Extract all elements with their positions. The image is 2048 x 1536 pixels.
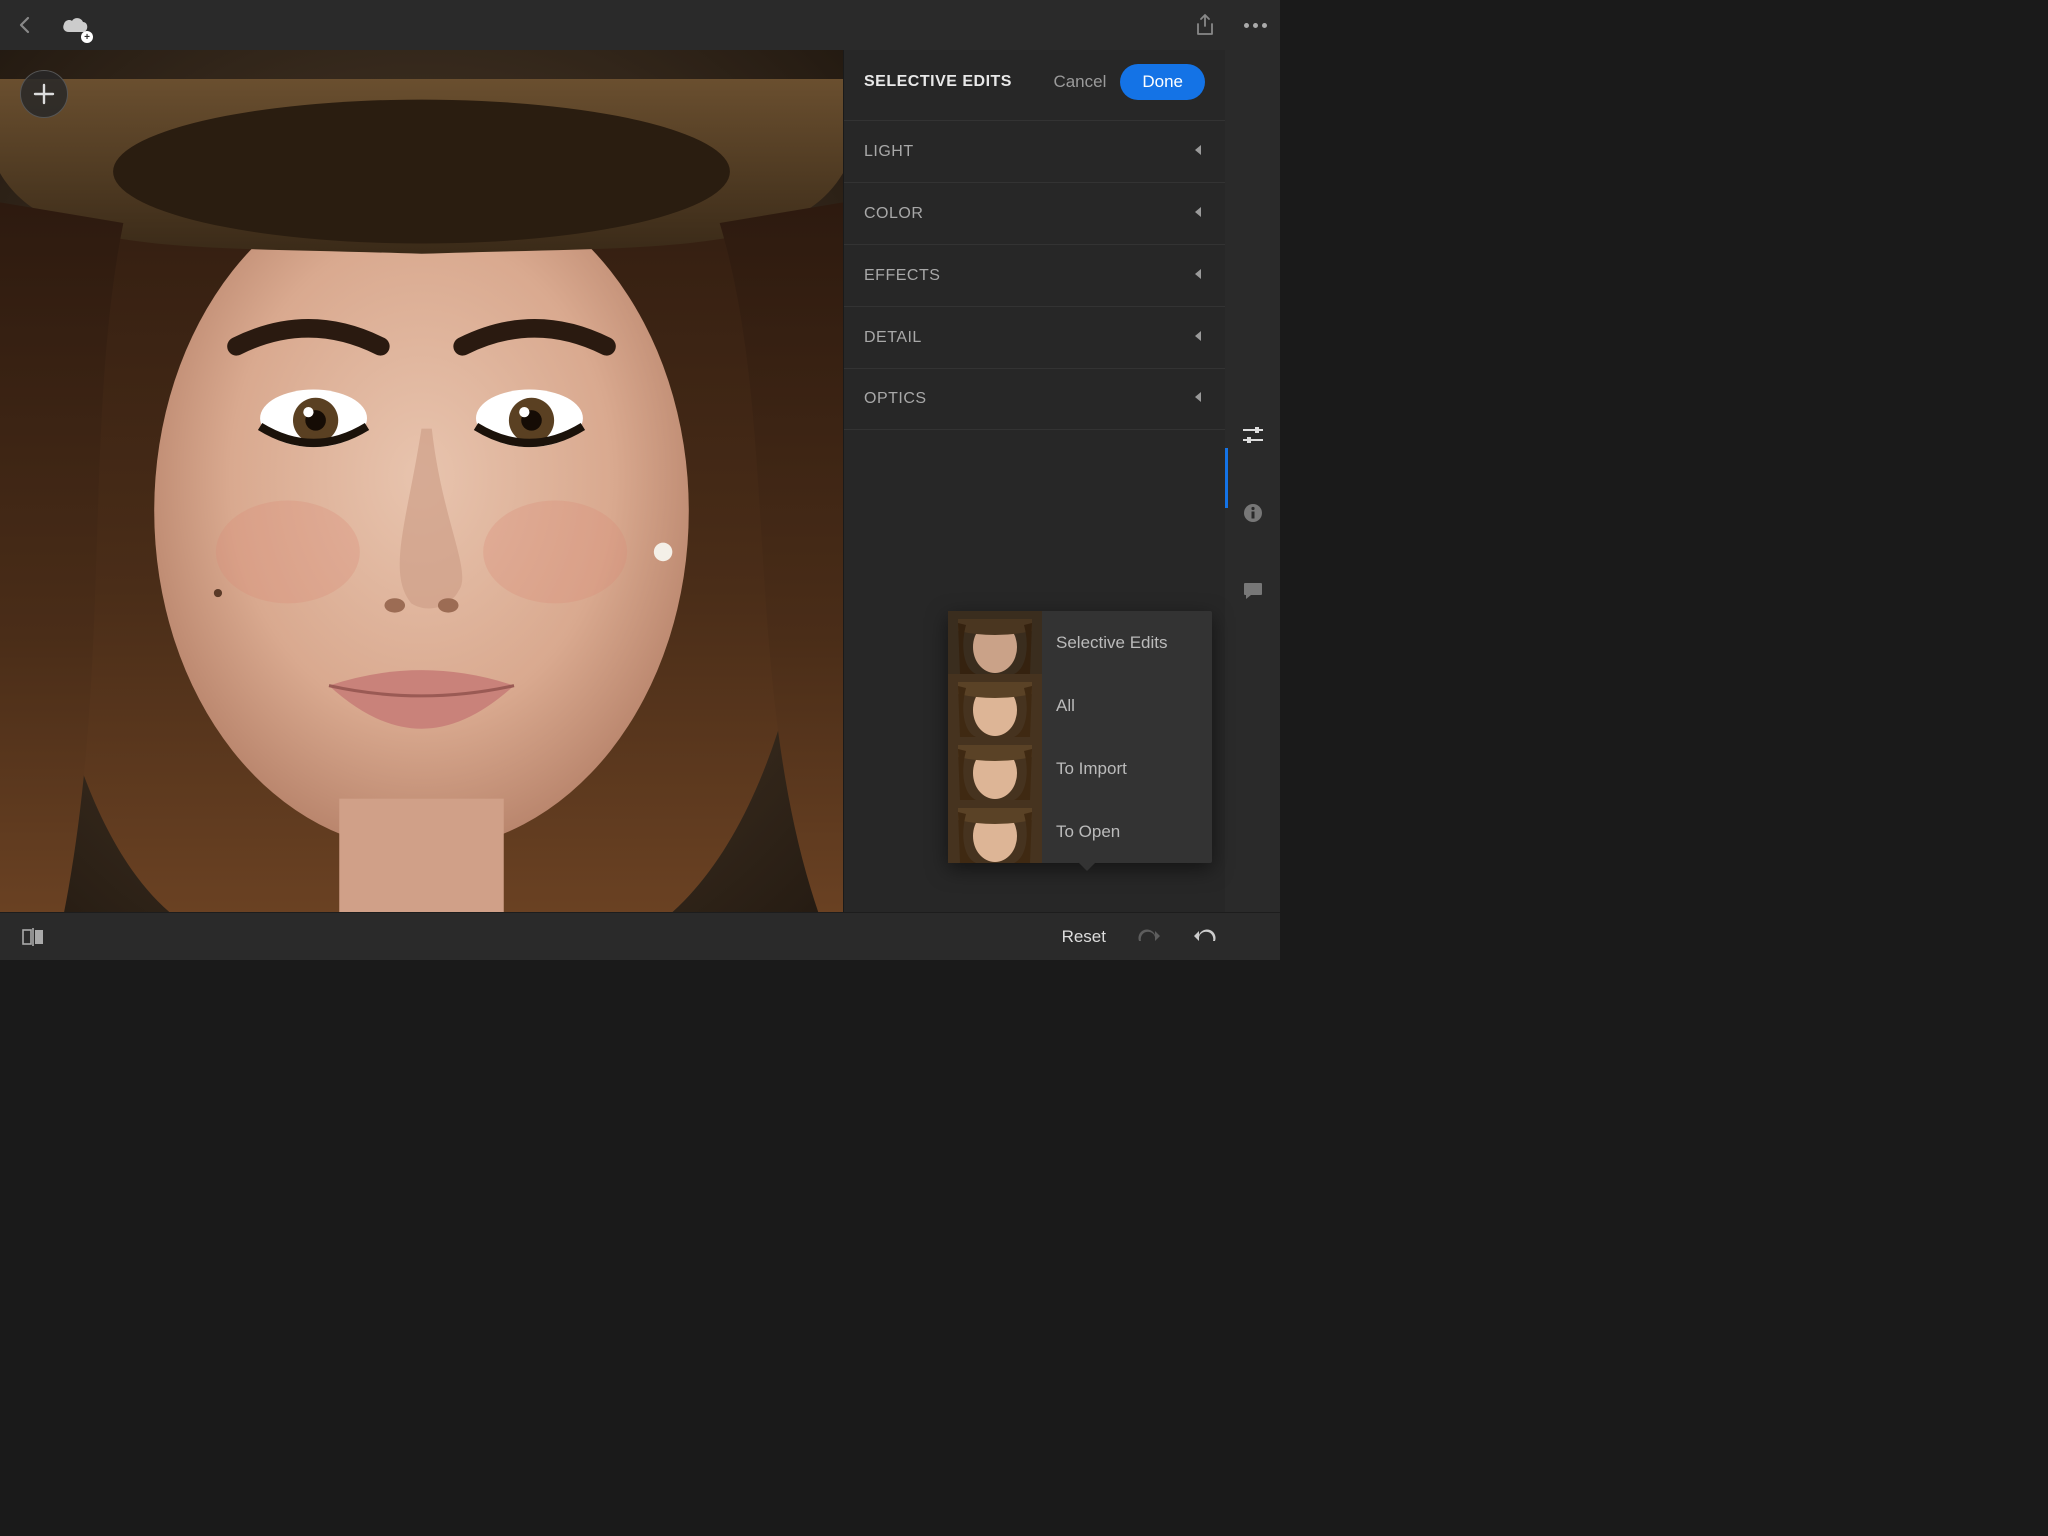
- popup-label: To Import: [1056, 759, 1127, 779]
- popup-arrow-icon: [1078, 862, 1096, 871]
- section-label: EFFECTS: [864, 267, 940, 285]
- popup-label: To Open: [1056, 822, 1120, 842]
- chevron-left-icon: [1193, 390, 1203, 408]
- chevron-left-icon: [1193, 329, 1203, 347]
- cancel-button[interactable]: Cancel: [1053, 72, 1106, 92]
- section-label: DETAIL: [864, 329, 922, 347]
- panel-header: SELECTIVE EDITS Cancel Done: [844, 50, 1225, 120]
- section-label: COLOR: [864, 205, 923, 223]
- redo-button[interactable]: [1134, 922, 1164, 952]
- chevron-left-icon: [1193, 267, 1203, 285]
- rail-active-indicator: [1225, 448, 1228, 508]
- chevron-left-icon: [1193, 205, 1203, 223]
- popup-item-selective-edits[interactable]: Selective Edits: [948, 611, 1212, 674]
- popup-item-to-import[interactable]: To Import: [948, 737, 1212, 800]
- done-button[interactable]: Done: [1120, 64, 1205, 100]
- popup-item-to-open[interactable]: To Open: [948, 800, 1212, 863]
- comments-button[interactable]: [1238, 576, 1268, 606]
- popup-item-all[interactable]: All: [948, 674, 1212, 737]
- info-button[interactable]: [1238, 498, 1268, 528]
- cloud-sync-button[interactable]: +: [60, 10, 90, 40]
- section-label: LIGHT: [864, 143, 914, 161]
- preset-thumbnail: [948, 800, 1042, 863]
- section-detail[interactable]: DETAIL: [844, 306, 1225, 368]
- compare-view-button[interactable]: [18, 922, 48, 952]
- app-root: +: [0, 0, 1280, 960]
- bottom-toolbar: Reset: [0, 912, 1280, 960]
- undo-button[interactable]: [1190, 922, 1220, 952]
- share-button[interactable]: [1190, 10, 1220, 40]
- cloud-plus-icon: +: [81, 31, 93, 43]
- popup-label: All: [1056, 696, 1075, 716]
- sections-list: LIGHT COLOR EFFECTS: [844, 120, 1225, 430]
- chevron-left-icon: [1193, 143, 1203, 161]
- adjustments-tool-button[interactable]: [1238, 420, 1268, 450]
- right-rail: [1225, 50, 1280, 912]
- reset-popup: Selective Edits All To Import To Open: [948, 611, 1212, 863]
- add-selection-button[interactable]: [20, 70, 68, 118]
- section-optics[interactable]: OPTICS: [844, 368, 1225, 430]
- popup-label: Selective Edits: [1056, 633, 1168, 653]
- back-button[interactable]: [10, 10, 40, 40]
- section-light[interactable]: LIGHT: [844, 120, 1225, 182]
- main-area: SELECTIVE EDITS Cancel Done LIGHT COLOR: [0, 50, 1280, 912]
- image-canvas[interactable]: [0, 50, 843, 912]
- reset-button[interactable]: Reset: [1050, 927, 1118, 947]
- section-effects[interactable]: EFFECTS: [844, 244, 1225, 306]
- preset-thumbnail: [948, 737, 1042, 800]
- more-options-button[interactable]: [1240, 10, 1270, 40]
- preset-thumbnail: [948, 674, 1042, 737]
- section-color[interactable]: COLOR: [844, 182, 1225, 244]
- preset-thumbnail: [948, 611, 1042, 674]
- panel-title: SELECTIVE EDITS: [864, 73, 1012, 91]
- section-label: OPTICS: [864, 390, 927, 408]
- portrait-photo: [0, 50, 843, 912]
- top-toolbar: +: [0, 0, 1280, 50]
